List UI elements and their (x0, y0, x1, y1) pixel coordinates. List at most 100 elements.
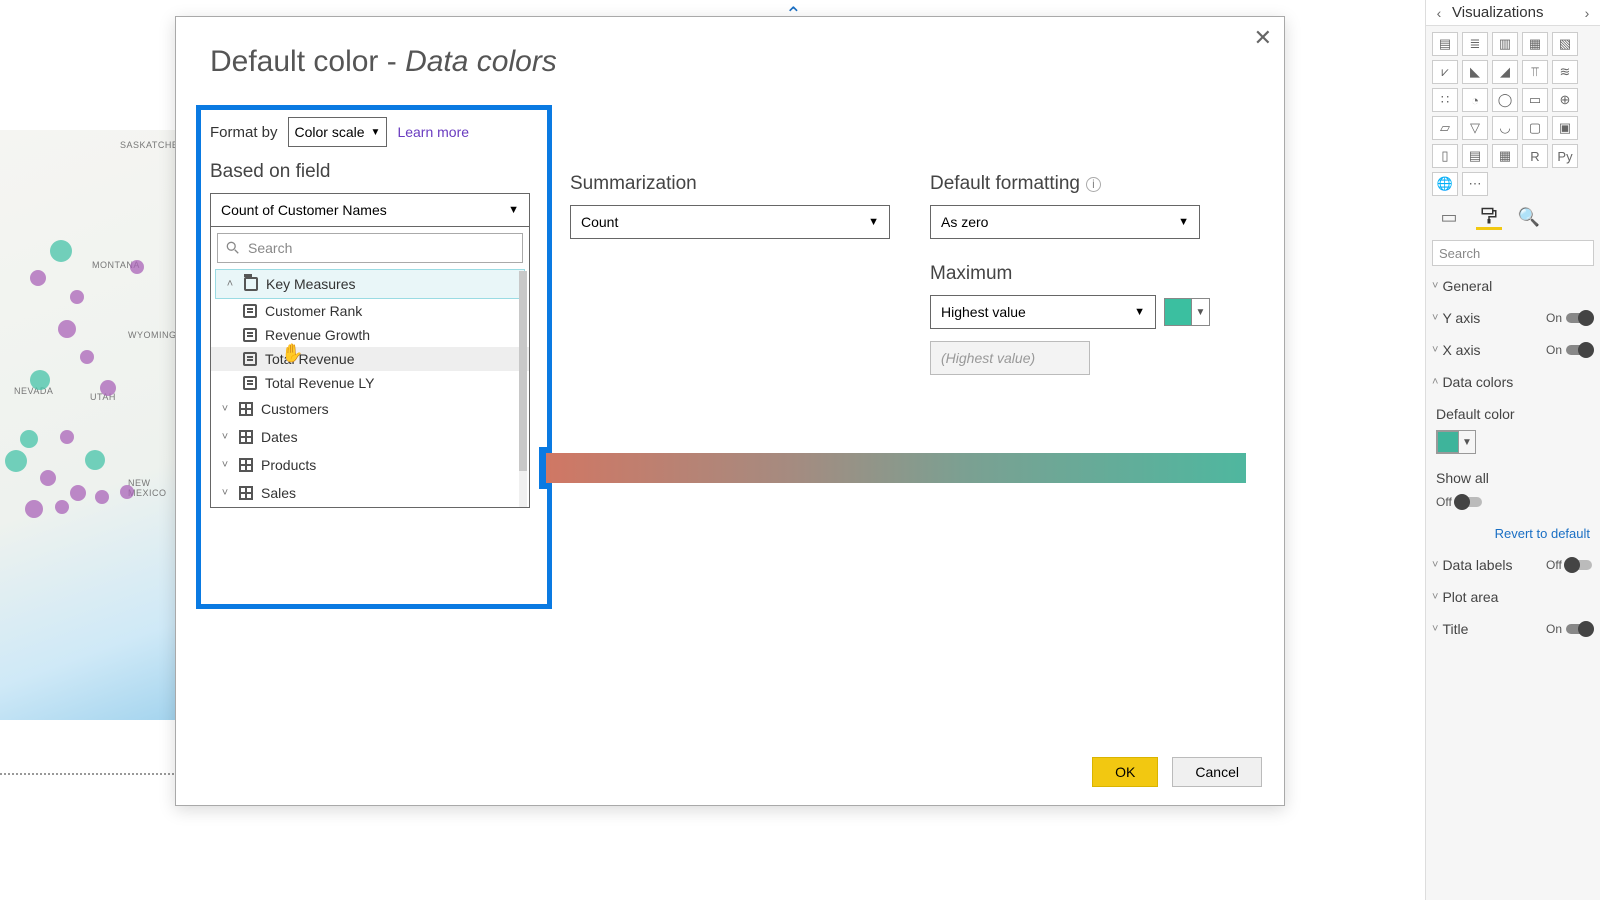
field-search-input[interactable]: Search (217, 233, 523, 263)
dialog-title: Default color - Data colors (176, 17, 1284, 91)
format-data-labels[interactable]: ˅ Data labels Off (1426, 549, 1600, 581)
viz-r-icon[interactable]: R (1522, 144, 1548, 168)
scrollbar-thumb[interactable] (519, 271, 527, 471)
summarization-label: Summarization (570, 173, 902, 195)
viz-area-icon[interactable]: ◣ (1462, 60, 1488, 84)
default-formatting-select[interactable]: As zero ▼ (930, 205, 1200, 239)
table-icon (239, 458, 253, 472)
viz-gauge-icon[interactable]: ◡ (1492, 116, 1518, 140)
viz-python-icon[interactable]: Py (1552, 144, 1578, 168)
field-group-key-measures[interactable]: ˄ Key Measures (215, 269, 525, 299)
search-placeholder: Search (248, 240, 292, 256)
viz-clustered-bar-icon[interactable]: ≣ (1462, 32, 1488, 56)
color-swatch (1437, 431, 1459, 453)
format-default-color: Default color (1426, 398, 1600, 430)
chevron-down-icon: ˅ (219, 459, 231, 471)
summarization-value: Count (581, 214, 618, 230)
format-plot-area[interactable]: ˅ Plot area (1426, 581, 1600, 613)
maximum-value-input: (Highest value) (930, 341, 1090, 375)
viz-pie-icon[interactable]: ◔ (1462, 88, 1488, 112)
chevron-down-icon: ˅ (219, 487, 231, 499)
format-tab[interactable] (1476, 204, 1502, 230)
viz-line-icon[interactable]: ⩗ (1432, 60, 1458, 84)
toggle-off[interactable]: Off (1436, 494, 1482, 510)
toggle-on[interactable]: On (1546, 342, 1592, 358)
format-general[interactable]: ˅ General (1426, 270, 1600, 302)
field-group-dates[interactable]: ˅ Dates (211, 423, 529, 451)
cancel-button[interactable]: Cancel (1172, 757, 1262, 787)
chevron-down-icon: ˅ (219, 403, 231, 415)
field-group-customers[interactable]: ˅ Customers (211, 395, 529, 423)
format-search-input[interactable]: Search (1432, 240, 1594, 266)
state-label: NEW MEXICO (128, 478, 179, 498)
viz-100-column-icon[interactable]: ▧ (1552, 32, 1578, 56)
analytics-tab[interactable]: 🔍 (1516, 204, 1542, 230)
field-group-products[interactable]: ˅ Products (211, 451, 529, 479)
table-icon (239, 486, 253, 500)
measure-icon (243, 304, 257, 318)
field-total-revenue[interactable]: Total Revenue ✋ (211, 347, 529, 371)
toggle-off[interactable]: Off (1546, 557, 1592, 573)
viz-card-icon[interactable]: ▢ (1522, 116, 1548, 140)
caret-down-icon: ▼ (1191, 299, 1209, 325)
info-icon[interactable]: i (1086, 177, 1101, 192)
field-group-sales[interactable]: ˅ Sales (211, 479, 529, 507)
chevron-down-icon: ˅ (1432, 559, 1438, 571)
revert-to-default-link[interactable]: Revert to default (1426, 518, 1600, 549)
title-prefix: Default color - (210, 45, 405, 78)
maximum-select[interactable]: Highest value ▼ (930, 295, 1156, 329)
toggle-on[interactable]: On (1546, 621, 1592, 637)
viz-stacked-column-icon[interactable]: ▥ (1492, 32, 1518, 56)
viz-filled-map-icon[interactable]: ▱ (1432, 116, 1458, 140)
data-colors-dialog: ✕ Default color - Data colors Format by … (175, 16, 1285, 806)
measure-icon (243, 328, 257, 342)
ok-button[interactable]: OK (1092, 757, 1158, 787)
based-on-field-select[interactable]: Count of Customer Names ▼ (210, 193, 530, 227)
field-total-revenue-ly[interactable]: Total Revenue LY (211, 371, 529, 395)
viz-slicer-icon[interactable]: ▯ (1432, 144, 1458, 168)
search-placeholder: Search (1439, 246, 1480, 261)
folder-icon (244, 277, 258, 291)
toggle-on[interactable]: On (1546, 310, 1592, 326)
format-x-axis[interactable]: ˅ X axis On (1426, 334, 1600, 366)
viz-globe-icon[interactable]: 🌐 (1432, 172, 1458, 196)
viz-more-icon[interactable]: ⋯ (1462, 172, 1488, 196)
format-y-axis[interactable]: ˅ Y axis On (1426, 302, 1600, 334)
caret-down-icon: ▼ (868, 216, 879, 228)
chevron-up-icon: ˄ (224, 278, 236, 290)
field-revenue-growth[interactable]: Revenue Growth (211, 323, 529, 347)
viz-donut-icon[interactable]: ◯ (1492, 88, 1518, 112)
viz-clustered-column-icon[interactable]: ▦ (1522, 32, 1548, 56)
viz-funnel-icon[interactable]: ▽ (1462, 116, 1488, 140)
measure-icon (243, 376, 257, 390)
measure-icon (243, 352, 257, 366)
viz-treemap-icon[interactable]: ▭ (1522, 88, 1548, 112)
collapse-left-icon[interactable]: ‹ (1430, 5, 1448, 21)
fields-tab[interactable]: ▭ (1436, 204, 1462, 230)
viz-table-icon[interactable]: ▤ (1462, 144, 1488, 168)
scrollbar[interactable] (519, 271, 527, 508)
default-color-picker[interactable]: ▼ (1436, 430, 1476, 454)
viz-matrix-icon[interactable]: ▦ (1492, 144, 1518, 168)
format-title[interactable]: ˅ Title On (1426, 613, 1600, 645)
show-all-toggle-row: Off (1426, 494, 1600, 518)
maximum-color-picker[interactable]: ▼ (1164, 298, 1210, 326)
field-picker: Search ˄ Key Measures Customer Rank Reve… (210, 226, 530, 508)
viz-stacked-bar-icon[interactable]: ▤ (1432, 32, 1458, 56)
field-customer-rank[interactable]: Customer Rank (211, 299, 529, 323)
caret-down-icon: ▼ (1178, 216, 1189, 228)
viz-stacked-area-icon[interactable]: ◢ (1492, 60, 1518, 84)
field-label: Total Revenue LY (265, 375, 374, 391)
format-data-colors[interactable]: ˄ Data colors (1426, 366, 1600, 398)
viz-kpi-icon[interactable]: ▣ (1552, 116, 1578, 140)
based-on-field-value: Count of Customer Names (221, 202, 387, 218)
learn-more-link[interactable]: Learn more (397, 124, 469, 140)
collapse-right-icon[interactable]: › (1578, 5, 1596, 21)
viz-scatter-icon[interactable]: ∷ (1432, 88, 1458, 112)
viz-combo-icon[interactable]: ⫪ (1522, 60, 1548, 84)
summarization-select[interactable]: Count ▼ (570, 205, 890, 239)
viz-ribbon-icon[interactable]: ≋ (1552, 60, 1578, 84)
viz-map-icon[interactable]: ⊕ (1552, 88, 1578, 112)
close-icon[interactable]: ✕ (1254, 25, 1272, 51)
format-by-select[interactable]: Color scale ▼ (288, 117, 388, 147)
